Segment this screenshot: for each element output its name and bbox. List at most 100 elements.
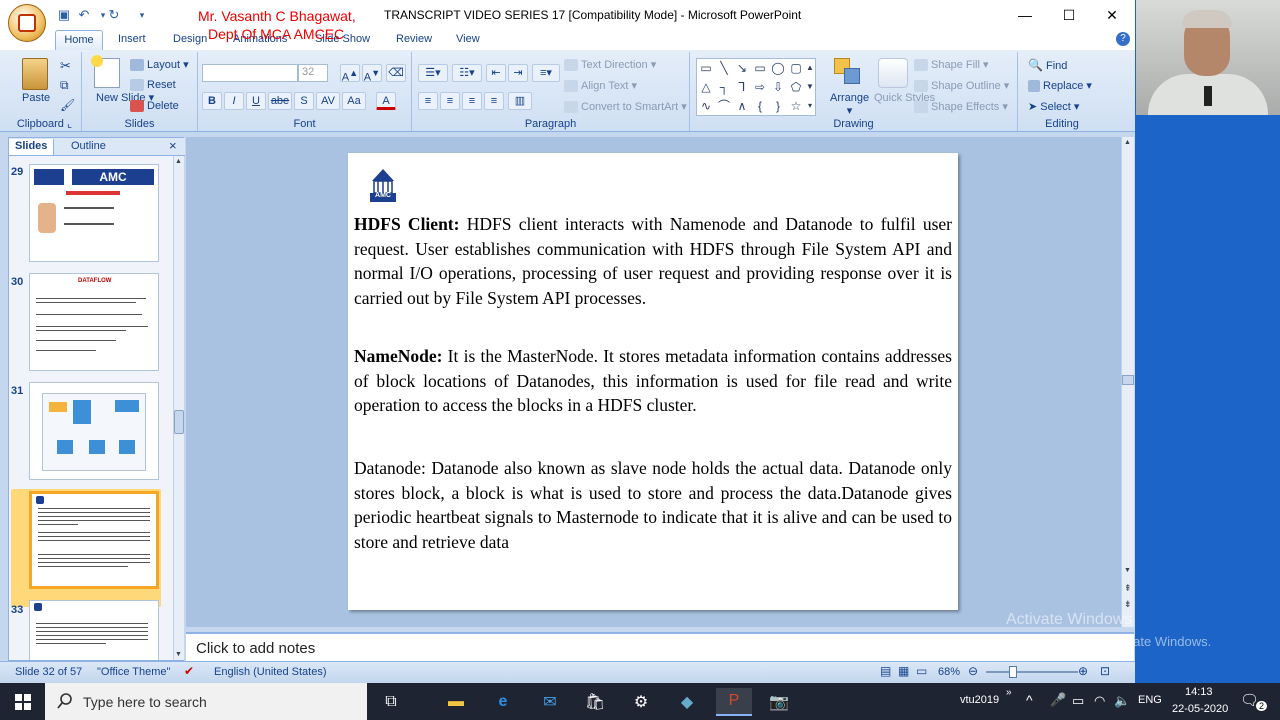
taskbar-search[interactable]: Type here to search	[45, 683, 367, 720]
help-icon[interactable]: ?	[1116, 32, 1130, 46]
line-spacing-icon[interactable]: ≡▾	[532, 64, 560, 82]
numbering-icon[interactable]: ☷▾	[452, 64, 482, 82]
grow-font-icon[interactable]: A▲	[340, 64, 360, 84]
right-brace-shape-icon[interactable]: }	[771, 99, 785, 113]
elbow-arrow-icon[interactable]: ⅂	[735, 80, 749, 94]
tab-design[interactable]: Design	[173, 33, 207, 45]
slide-sorter-icon[interactable]: ▦	[898, 664, 909, 678]
start-button[interactable]	[0, 683, 45, 720]
clear-formatting-icon[interactable]: ⌫	[386, 64, 406, 82]
delete-button[interactable]: Delete	[130, 100, 179, 113]
tab-insert[interactable]: Insert	[118, 33, 146, 45]
justify-icon[interactable]: ≡	[484, 92, 504, 110]
gallery-up-icon[interactable]: ▲	[803, 61, 817, 75]
shadow-button[interactable]: S	[294, 92, 314, 110]
theme-name[interactable]: "Office Theme"	[97, 666, 170, 678]
down-arrow-shape-icon[interactable]: ⇩	[771, 80, 785, 94]
reset-button[interactable]: Reset	[130, 79, 176, 92]
oval-shape-icon[interactable]: ◯	[771, 61, 785, 75]
app-icon[interactable]: ⚙	[626, 688, 656, 716]
gallery-more-icon[interactable]: ▾	[803, 99, 817, 113]
arrange-button[interactable]: Arrange ▾	[830, 92, 869, 117]
select-button[interactable]: ➤ Select ▾	[1028, 100, 1079, 113]
slideshow-icon[interactable]: ▭	[916, 664, 927, 678]
convert-smartart-button[interactable]: Convert to SmartArt ▾	[564, 100, 687, 114]
show-hidden-icons-icon[interactable]: ^	[1026, 692, 1033, 708]
tab-home[interactable]: Home	[55, 30, 103, 51]
pane-close-icon[interactable]: ×	[163, 137, 183, 153]
file-explorer-icon[interactable]: ▬	[441, 688, 471, 716]
office-button[interactable]	[8, 4, 46, 42]
maximize-button[interactable]: ☐	[1054, 5, 1084, 25]
zoom-in-icon[interactable]: ⊕	[1078, 664, 1088, 678]
textbox-shape-icon[interactable]: ▭	[699, 61, 713, 75]
left-brace-shape-icon[interactable]: {	[753, 99, 767, 113]
shape-fill-button[interactable]: Shape Fill ▾	[914, 58, 989, 72]
font-color-button[interactable]: A	[376, 92, 396, 110]
align-center-icon[interactable]: ≡	[440, 92, 460, 110]
notes-placeholder[interactable]: Click to add notes	[196, 640, 315, 657]
minimize-button[interactable]: —	[1010, 5, 1040, 25]
columns-icon[interactable]: ▥	[508, 92, 532, 110]
battery-icon[interactable]: ▭	[1072, 693, 1084, 709]
right-arrow-shape-icon[interactable]: ⇨	[753, 80, 767, 94]
rectangle-shape-icon[interactable]: ▭	[753, 61, 767, 75]
shrink-font-icon[interactable]: A▼	[362, 64, 382, 84]
line-shape-icon[interactable]: ╲	[717, 61, 731, 75]
save-icon[interactable]: ▣	[56, 7, 72, 23]
normal-view-icon[interactable]: ▤	[880, 664, 891, 678]
arc-shape-icon[interactable]: ⌒	[717, 99, 731, 113]
decrease-indent-icon[interactable]: ⇤	[486, 64, 506, 82]
replace-button[interactable]: Replace ▾	[1028, 79, 1092, 93]
layout-button[interactable]: Layout ▾	[130, 58, 189, 72]
slide-thumbnail-33[interactable]	[29, 600, 159, 660]
italic-button[interactable]: I	[224, 92, 244, 110]
copy-icon[interactable]: ⧉	[60, 78, 69, 93]
camera-icon[interactable]: 📷	[764, 688, 794, 716]
zoom-slider-thumb[interactable]	[1009, 666, 1017, 678]
namenode-paragraph[interactable]: NameNode: It is the MasterNode. It store…	[354, 344, 952, 418]
slide-thumbnail-32[interactable]	[29, 491, 159, 589]
align-left-icon[interactable]: ≡	[418, 92, 438, 110]
microphone-tray-icon[interactable]: 🎤	[1050, 692, 1066, 708]
zoom-out-icon[interactable]: ⊖	[968, 664, 978, 678]
clock-date[interactable]: 22-05-2020	[1172, 703, 1228, 715]
shapes-gallery[interactable]: ▭ ╲ ↘ ▭ ◯ ▢ △ ┐ ⅂ ⇨ ⇩ ⬠ ∿ ⌒ ∧ { } ☆ ▲ ▼	[696, 58, 816, 116]
thumbnail-scrollbar[interactable]: ▲ ▼	[173, 156, 184, 660]
next-slide-icon[interactable]: ⇟	[1124, 599, 1132, 610]
store-icon[interactable]: 🛍	[580, 688, 610, 716]
align-right-icon[interactable]: ≡	[462, 92, 482, 110]
scroll-thumb[interactable]	[174, 410, 184, 434]
bullets-icon[interactable]: ☰▾	[418, 64, 448, 82]
slide-scrollbar[interactable]: ▲ ▼ ⇞ ⇟	[1121, 137, 1134, 627]
scroll-thumb[interactable]	[1122, 375, 1134, 385]
zoom-slider[interactable]	[986, 671, 1078, 673]
pentagon-shape-icon[interactable]: ⬠	[789, 80, 803, 94]
powerpoint-taskbar-icon[interactable]: P	[716, 688, 752, 716]
underline-button[interactable]: U	[246, 92, 266, 110]
slide-thumbnail-31[interactable]	[29, 382, 159, 480]
slide-canvas[interactable]: AMC HDFS Client: HDFS client interacts w…	[348, 153, 958, 610]
zoom-level[interactable]: 68%	[938, 666, 960, 678]
align-text-button[interactable]: Align Text ▾	[564, 79, 637, 93]
curve-shape-icon[interactable]: ∿	[699, 99, 713, 113]
shape-effects-button[interactable]: Shape Effects ▾	[914, 100, 1008, 114]
wifi-icon[interactable]: ◠	[1094, 693, 1105, 709]
increase-indent-icon[interactable]: ⇥	[508, 64, 528, 82]
triangle-shape-icon[interactable]: △	[699, 80, 713, 94]
tab-slides[interactable]: Slides	[9, 139, 55, 155]
datanode-paragraph[interactable]: Datanode: Datanode also known as slave n…	[354, 456, 952, 554]
change-case-button[interactable]: Aa	[342, 92, 366, 110]
fit-to-window-icon[interactable]: ⊡	[1100, 664, 1110, 678]
network-name[interactable]: vtu2019	[960, 694, 999, 706]
scroll-up-icon[interactable]: ▲	[175, 158, 182, 165]
rounded-rect-shape-icon[interactable]: ▢	[789, 61, 803, 75]
strikethrough-button[interactable]: abe	[268, 92, 292, 110]
font-name-combo[interactable]	[202, 64, 298, 82]
tab-review[interactable]: Review	[396, 33, 432, 45]
volume-icon[interactable]: 🔈	[1114, 693, 1130, 709]
paint-icon[interactable]: ◆	[672, 688, 702, 716]
text-direction-button[interactable]: Text Direction ▾	[564, 58, 656, 72]
bold-button[interactable]: B	[202, 92, 222, 110]
notes-pane[interactable]: Click to add notes	[186, 632, 1134, 661]
